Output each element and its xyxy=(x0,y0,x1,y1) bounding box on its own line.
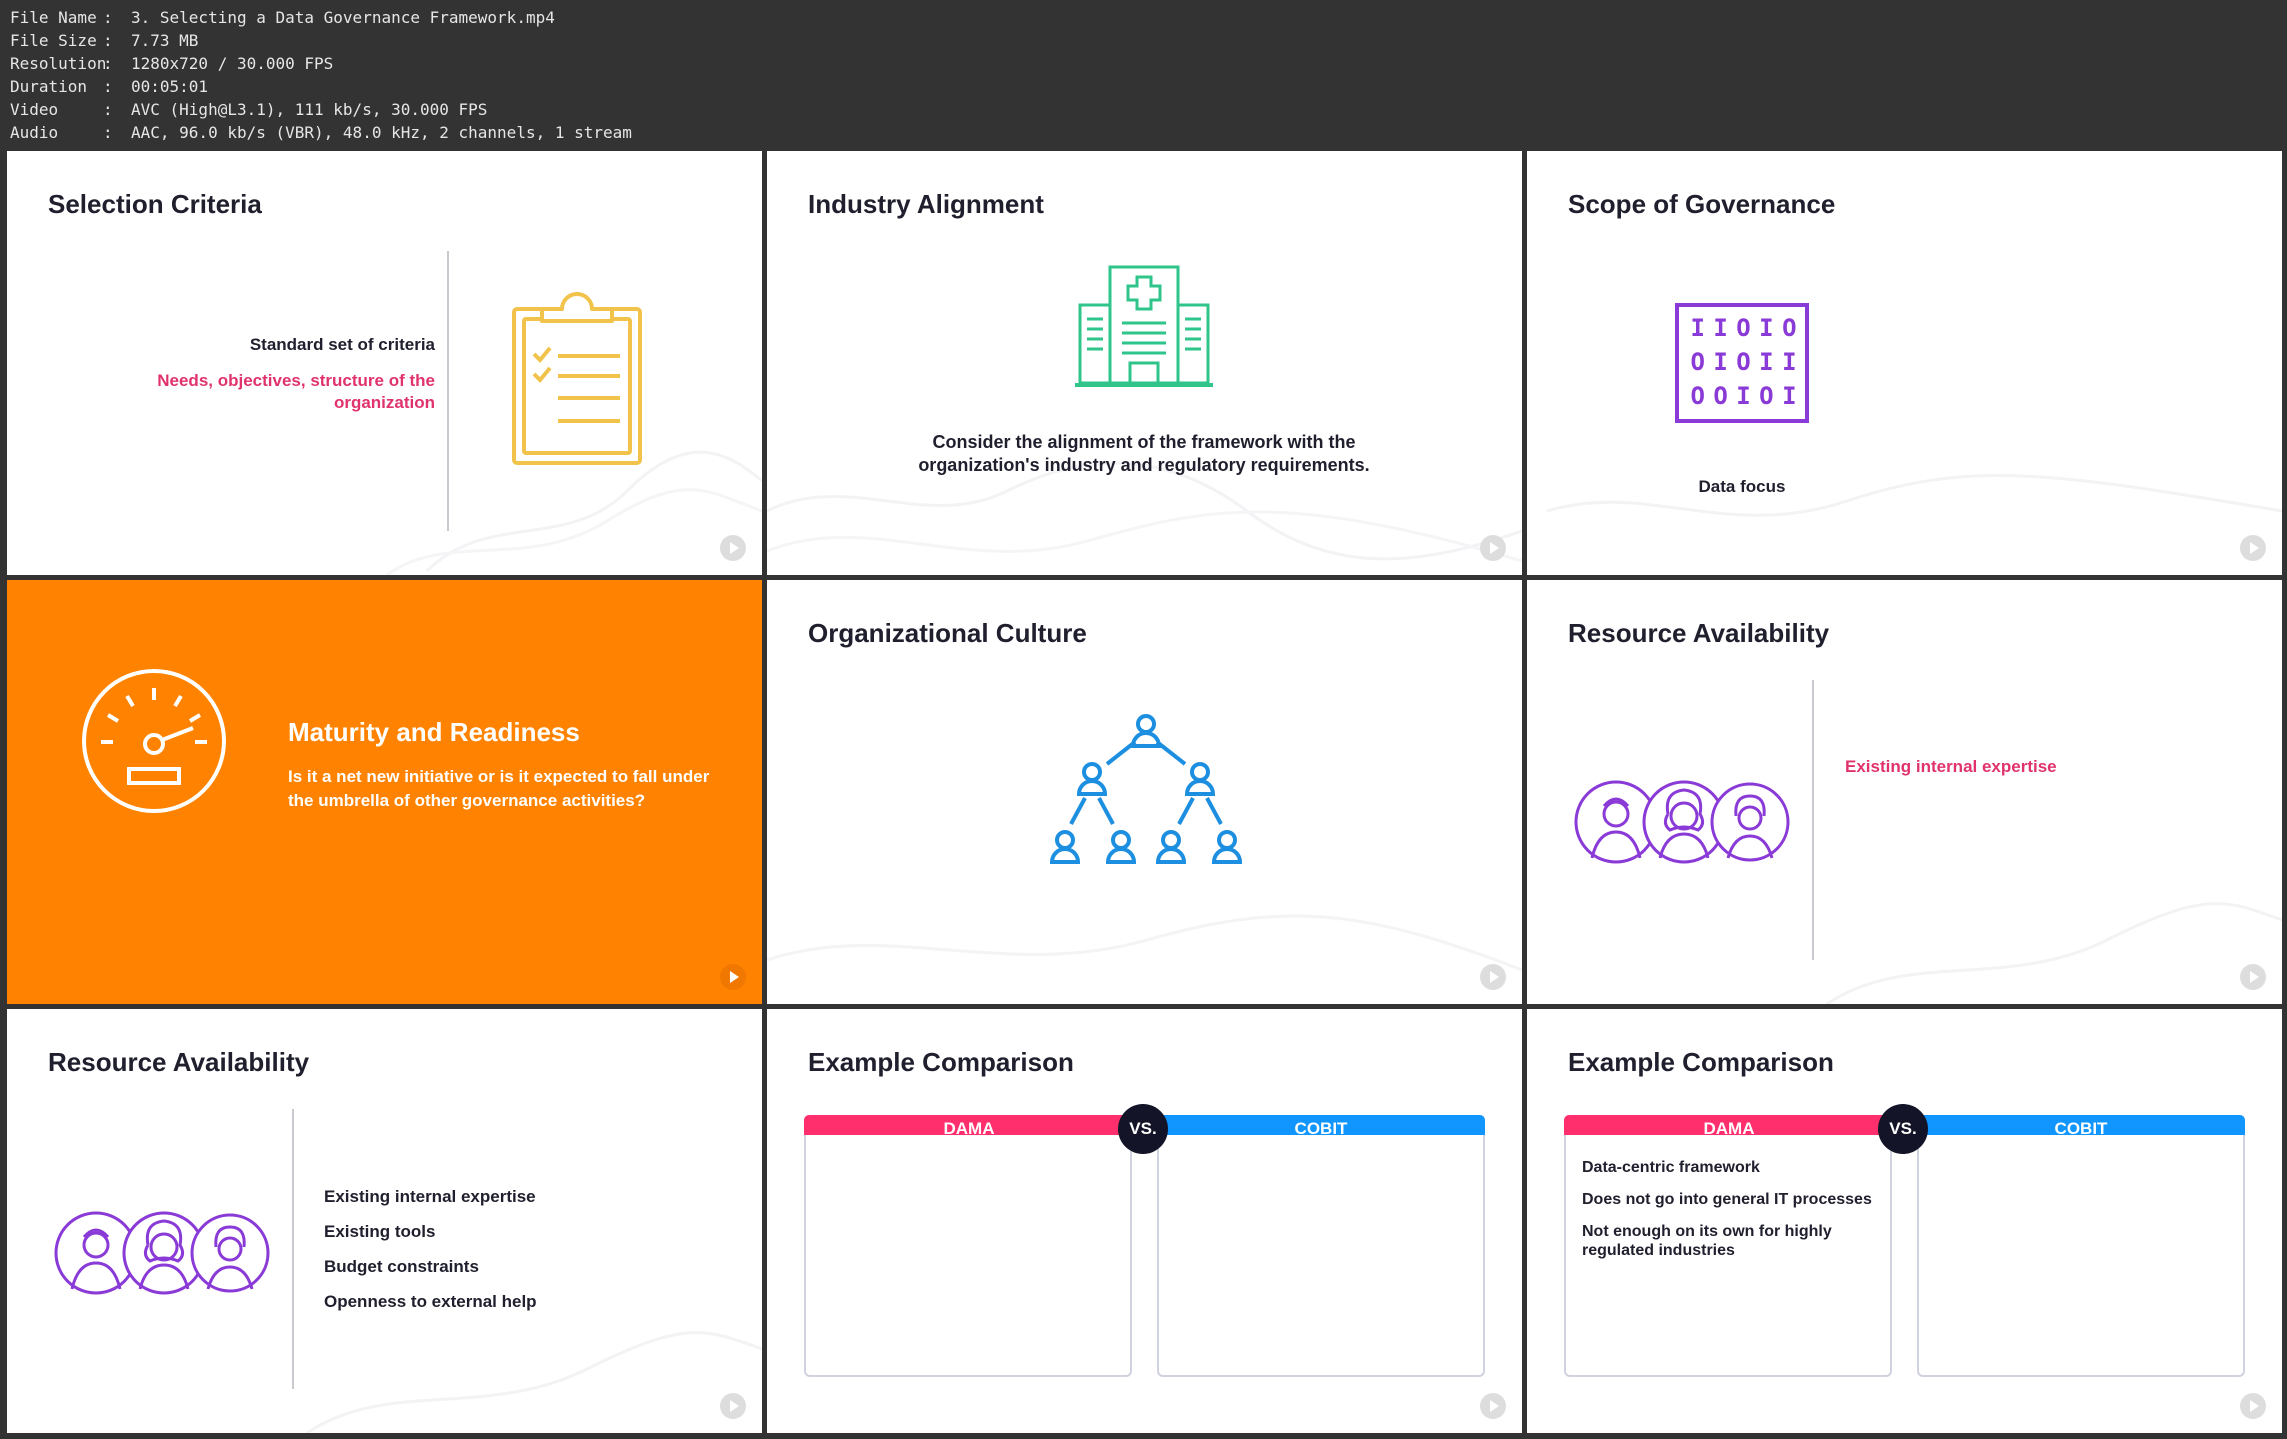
resource-item-highlight: Existing internal expertise xyxy=(1845,757,2057,776)
slide-title: Resource Availability xyxy=(48,1047,310,1077)
slide-title: Selection Criteria xyxy=(48,189,262,219)
slide-title: Maturity and Readiness xyxy=(288,717,580,747)
alignment-description: Consider the alignment of the framework … xyxy=(918,432,1370,475)
file-info-row: Video: AVC (High@L3.1), 111 kb/s, 30.000 … xyxy=(10,100,488,119)
thumbnail-selection-criteria[interactable]: Selection Criteria Standard set of crite… xyxy=(7,151,762,575)
scope-caption: Data focus xyxy=(1698,477,1786,496)
people-group-icon xyxy=(1574,780,1790,864)
list-item: Budget constraints xyxy=(324,1257,479,1276)
slide-title: Scope of Governance xyxy=(1568,189,1836,219)
clipboard-icon xyxy=(512,292,642,465)
list-item: Existing internal expertise xyxy=(324,1187,536,1206)
divider xyxy=(292,1109,294,1389)
speedometer-icon xyxy=(82,669,226,813)
maturity-description: Is it a net new initiative or is it expe… xyxy=(288,767,710,810)
dama-points: Data-centric framework Does not go into … xyxy=(1582,1158,1872,1273)
play-badge-icon xyxy=(720,964,746,990)
list-item: Existing tools xyxy=(324,1222,436,1241)
list-item: Does not go into general IT processes xyxy=(1582,1191,1872,1208)
slide-title: Example Comparison xyxy=(808,1047,1074,1077)
play-badge-icon xyxy=(1480,535,1506,561)
play-badge-icon xyxy=(2240,1393,2266,1419)
binary-row: O O I O I xyxy=(1690,382,1796,410)
thumbnail-resource-availability-1[interactable]: Resource Availability Existing internal … xyxy=(1527,580,2282,1004)
org-chart-icon xyxy=(1049,714,1243,864)
cobit-column xyxy=(1157,1135,1485,1377)
binary-digits: I I O I O O I O I I O O I O I xyxy=(1675,311,1809,413)
thumbnail-industry-alignment[interactable]: Industry Alignment Consider the alignmen… xyxy=(767,151,1522,575)
file-info-row: Duration:00:05:01 xyxy=(10,77,209,96)
file-info-row: File Size:7.73 MB xyxy=(10,31,199,50)
play-badge-icon xyxy=(1480,964,1506,990)
cobit-column xyxy=(1917,1135,2245,1377)
criteria-text: Standard set of criteria xyxy=(249,335,435,354)
file-info-row: Audio: AAC, 96.0 kb/s (VBR), 48.0 kHz, 2 … xyxy=(10,123,632,142)
versus-badge: VS. xyxy=(1118,1104,1168,1154)
binary-row: O I O I I xyxy=(1690,348,1796,376)
play-badge-icon xyxy=(1480,1393,1506,1419)
list-item: Data-centric framework xyxy=(1582,1159,1760,1176)
slide-title: Resource Availability xyxy=(1568,618,1830,648)
slide-title: Industry Alignment xyxy=(808,189,1044,219)
thumbnail-example-comparison-1[interactable]: Example Comparison DAMA COBIT VS. xyxy=(767,1009,1522,1433)
play-badge-icon xyxy=(2240,964,2266,990)
divider xyxy=(447,251,449,531)
binary-row: I I O I O xyxy=(1690,314,1796,342)
file-info-row: File Name:3. Selecting a Data Governance… xyxy=(10,8,555,27)
thumbnail-resource-availability-2[interactable]: Resource Availability Existing internal … xyxy=(7,1009,762,1433)
file-info-panel: File Name:3. Selecting a Data Governance… xyxy=(10,6,632,144)
slide-title: Organizational Culture xyxy=(808,618,1087,648)
thumbnail-organizational-culture[interactable]: Organizational Culture xyxy=(767,580,1522,1004)
slide-title: Example Comparison xyxy=(1568,1047,1834,1077)
list-item: Not enough on its own for highly regulat… xyxy=(1582,1223,1832,1259)
play-badge-icon xyxy=(2240,535,2266,561)
hospital-icon xyxy=(1075,265,1213,387)
dama-column xyxy=(804,1135,1132,1377)
play-badge-icon xyxy=(720,535,746,561)
thumbnail-maturity-readiness[interactable]: Maturity and Readiness Is it a net new i… xyxy=(7,580,762,1004)
people-group-icon xyxy=(54,1211,270,1295)
resource-list: Existing internal expertise Existing too… xyxy=(324,1186,537,1326)
list-item: Openness to external help xyxy=(324,1292,537,1311)
file-info-row: Resolution:1280x720 / 30.000 FPS xyxy=(10,54,334,73)
versus-badge: VS. xyxy=(1878,1104,1928,1154)
criteria-highlight-text: Needs, objectives, structure of the orga… xyxy=(157,371,435,412)
thumbnail-scope-of-governance[interactable]: Scope of Governance I I O I O O I O I I … xyxy=(1527,151,2282,575)
thumbnail-example-comparison-2[interactable]: Example Comparison DAMA COBIT VS. Data-c… xyxy=(1527,1009,2282,1433)
play-badge-icon xyxy=(720,1393,746,1419)
divider xyxy=(1812,680,1814,960)
